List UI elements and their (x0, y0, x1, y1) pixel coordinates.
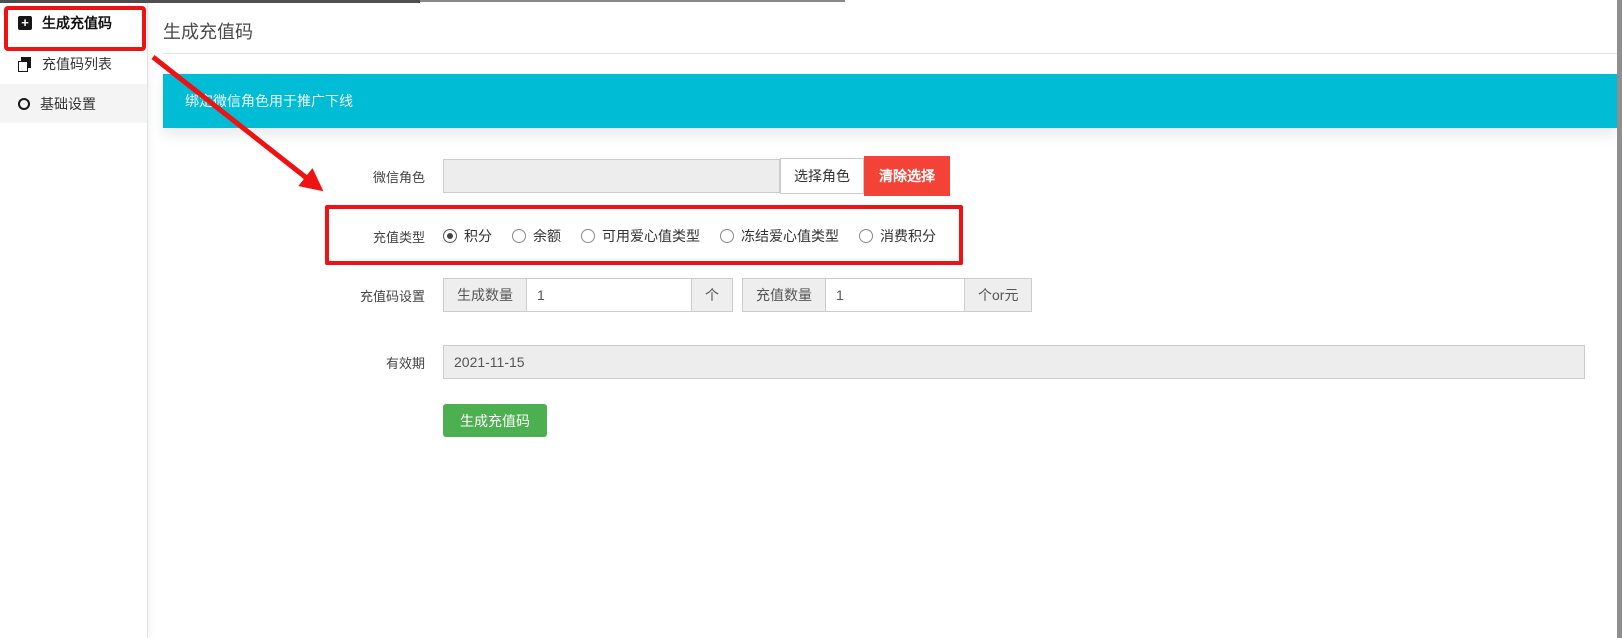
validity-date-input[interactable] (443, 345, 1585, 379)
screen: + 生成充值码 充值码列表 基础设置 生成充值码 绑定微信角色用于推广下线 微信… (0, 0, 1622, 638)
recharge-quantity-input[interactable] (825, 278, 965, 312)
info-banner-text: 绑定微信角色用于推广下线 (185, 91, 353, 111)
form-row-validity: 有效期 (163, 345, 1585, 379)
generate-quantity-suffix: 个 (692, 278, 733, 312)
radio-label: 可用爱心值类型 (602, 226, 700, 246)
radio-icon (512, 229, 526, 243)
select-role-button[interactable]: 选择角色 (780, 158, 864, 194)
radio-option-frozen-love-value[interactable]: 冻结爱心值类型 (720, 226, 839, 246)
sidebar-item-basic-settings[interactable]: 基础设置 (0, 85, 147, 123)
circle-icon (18, 98, 30, 110)
radio-label: 积分 (464, 226, 492, 246)
field-label-code-settings: 充值码设置 (163, 286, 425, 305)
sidebar-item-label: 充值码列表 (42, 54, 112, 74)
sidebar-item-generate-code[interactable]: + 生成充值码 (0, 3, 147, 44)
radio-label: 余额 (533, 226, 561, 246)
radio-icon (720, 229, 734, 243)
radio-option-points[interactable]: 积分 (443, 226, 492, 246)
radio-icon (859, 229, 873, 243)
form-row-wechat-role: 微信角色 选择角色 清除选择 (163, 156, 950, 196)
title-divider (163, 53, 1617, 54)
radio-icon (581, 229, 595, 243)
sidebar-item-label: 生成充值码 (42, 13, 112, 33)
form-row-recharge-type: 充值类型 积分 余额 可用爱心值类型 冻结爱心值类型 (163, 216, 956, 256)
generate-quantity-group: 生成数量 个 (443, 278, 733, 312)
scrollbar[interactable] (1617, 0, 1622, 638)
info-banner: 绑定微信角色用于推广下线 (163, 74, 1617, 128)
field-label-wechat-role: 微信角色 (163, 167, 425, 186)
radio-label: 冻结爱心值类型 (741, 226, 839, 246)
wechat-role-input[interactable] (443, 159, 780, 193)
plus-square-icon: + (18, 16, 32, 30)
recharge-quantity-suffix: 个or元 (965, 278, 1032, 312)
radio-icon (443, 229, 457, 243)
generate-quantity-input[interactable] (526, 278, 692, 312)
field-label-validity: 有效期 (163, 353, 425, 372)
sidebar: + 生成充值码 充值码列表 基础设置 (0, 3, 148, 638)
recharge-quantity-group: 充值数量 个or元 (742, 278, 1032, 312)
main-content: 生成充值码 绑定微信角色用于推广下线 微信角色 选择角色 清除选择 充值类型 积… (148, 0, 1617, 638)
generate-code-submit-button[interactable]: 生成充值码 (443, 404, 547, 437)
radio-option-available-love-value[interactable]: 可用爱心值类型 (581, 226, 700, 246)
copy-icon (18, 57, 32, 72)
recharge-quantity-prefix: 充值数量 (742, 278, 825, 312)
sidebar-item-code-list[interactable]: 充值码列表 (0, 44, 147, 85)
clear-selection-button[interactable]: 清除选择 (864, 156, 950, 196)
radio-option-consume-points[interactable]: 消费积分 (859, 226, 936, 246)
field-label-recharge-type: 充值类型 (163, 227, 425, 246)
radio-option-balance[interactable]: 余额 (512, 226, 561, 246)
generate-quantity-prefix: 生成数量 (443, 278, 526, 312)
form-row-code-settings: 充值码设置 生成数量 个 充值数量 个or元 (163, 278, 1032, 312)
radio-label: 消费积分 (880, 226, 936, 246)
sidebar-item-label: 基础设置 (40, 94, 96, 114)
page-title: 生成充值码 (163, 18, 253, 44)
